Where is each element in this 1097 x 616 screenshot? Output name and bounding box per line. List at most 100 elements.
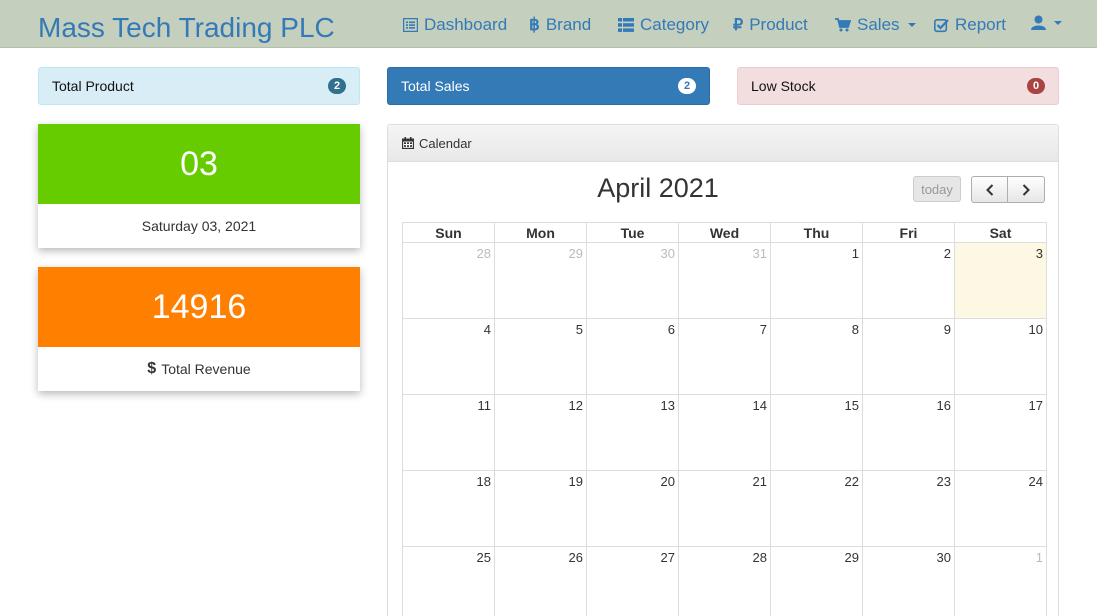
calendar-day-number: 22 <box>844 474 859 489</box>
nav-dashboard[interactable]: Dashboard <box>403 15 507 35</box>
calendar-day-cell[interactable]: 21 <box>678 470 771 547</box>
calendar-day-cell[interactable]: 9 <box>862 318 955 395</box>
calendar-day-cell[interactable]: 5 <box>494 318 587 395</box>
th-list-icon <box>618 18 634 32</box>
weekday-header: Tue <box>586 222 679 243</box>
nav-product-label: Product <box>749 15 808 34</box>
calendar-day-number: 8 <box>851 322 859 337</box>
revenue-caption: Total Revenue <box>161 361 251 377</box>
calendar-day-cell[interactable]: 28 <box>678 546 771 616</box>
next-month-button[interactable] <box>1008 176 1045 203</box>
nav-brand[interactable]: ฿ Brand <box>529 15 591 35</box>
calendar-grid: Sun Mon Tue Wed Thu Fri Sat 28 29 30 31 1 2 3 4… <box>402 222 1047 616</box>
calendar-day-cell[interactable]: 2 <box>862 242 955 319</box>
calendar-day-cell[interactable]: 7 <box>678 318 771 395</box>
calendar-day-number: 25 <box>476 550 491 565</box>
calendar-day-cell[interactable]: 16 <box>862 394 955 471</box>
calendar-day-cell[interactable]: 4 <box>402 318 495 395</box>
calendar-day-number: 6 <box>667 322 675 337</box>
date-caption: Saturday 03, 2021 <box>141 218 257 234</box>
low-stock-badge: 0 <box>1027 78 1045 94</box>
calendar-day-number: 26 <box>568 550 583 565</box>
calendar-day-cell[interactable]: 25 <box>402 546 495 616</box>
weekday-header: Mon <box>494 222 587 243</box>
calendar-day-number: 18 <box>476 474 491 489</box>
calendar-day-cell[interactable]: 29 <box>770 546 863 616</box>
calendar-day-cell[interactable]: 3 <box>954 242 1047 319</box>
calendar-day-cell[interactable]: 15 <box>770 394 863 471</box>
ruble-icon: ₽ <box>733 17 744 34</box>
total-product-box[interactable]: Total Product 2 <box>38 67 360 105</box>
calendar-day-number: 29 <box>844 550 859 565</box>
total-sales-badge: 2 <box>678 78 696 94</box>
calendar-day-cell[interactable]: 20 <box>586 470 679 547</box>
calendar-day-cell[interactable]: 24 <box>954 470 1047 547</box>
calendar-day-cell[interactable]: 28 <box>402 242 495 319</box>
chevron-down-icon <box>907 23 916 27</box>
calendar-day-cell[interactable]: 30 <box>862 546 955 616</box>
total-sales-box[interactable]: Total Sales 2 <box>387 67 710 105</box>
calendar-day-number: 1 <box>851 246 859 261</box>
weekday-header: Sun <box>402 222 495 243</box>
calendar-day-cell[interactable]: 17 <box>954 394 1047 471</box>
dollar-icon: $ <box>147 360 157 377</box>
calendar-week-row: 25 26 27 28 29 30 1 <box>402 546 1047 616</box>
user-menu-dropdown[interactable] <box>1031 15 1062 30</box>
list-alt-icon <box>403 18 418 32</box>
calendar-day-cell[interactable]: 8 <box>770 318 863 395</box>
date-card: 03 Saturday 03, 2021 <box>38 124 360 248</box>
calendar-day-cell[interactable]: 13 <box>586 394 679 471</box>
calendar-week-row: 11 12 13 14 15 16 17 <box>402 394 1047 471</box>
calendar-day-cell[interactable]: 31 <box>678 242 771 319</box>
total-product-label: Total Product <box>52 78 134 94</box>
calendar-day-cell[interactable]: 12 <box>494 394 587 471</box>
calendar-panel-heading: Calendar <box>388 125 1058 162</box>
calendar-day-cell[interactable]: 14 <box>678 394 771 471</box>
top-navbar: Mass Tech Trading PLC Dashboard ฿ Brand … <box>0 0 1097 48</box>
calendar-day-cell[interactable]: 1 <box>770 242 863 319</box>
nav-category[interactable]: Category <box>618 15 709 35</box>
calendar-day-cell[interactable]: 30 <box>586 242 679 319</box>
calendar-day-number: 30 <box>936 550 951 565</box>
low-stock-label: Low Stock <box>751 78 816 94</box>
nav-brand-label: Brand <box>545 15 592 34</box>
calendar-day-number: 12 <box>568 398 583 413</box>
shopping-cart-icon <box>835 18 851 32</box>
calendar-day-number: 28 <box>752 550 767 565</box>
calendar-day-cell[interactable]: 23 <box>862 470 955 547</box>
calendar-day-number: 9 <box>943 322 951 337</box>
calendar-day-number: 3 <box>1035 246 1043 261</box>
nav-report[interactable]: Report <box>934 15 1006 35</box>
total-product-badge: 2 <box>328 78 346 94</box>
revenue-caption-row: $ Total Revenue <box>38 347 360 391</box>
calendar-day-number: 21 <box>752 474 767 489</box>
calendar-week-row: 18 19 20 21 22 23 24 <box>402 470 1047 547</box>
revenue-card: 14916 $ Total Revenue <box>38 267 360 391</box>
total-sales-label: Total Sales <box>401 78 470 94</box>
calendar-day-cell[interactable]: 19 <box>494 470 587 547</box>
calendar-day-number: 28 <box>476 246 491 261</box>
calendar-day-cell[interactable]: 11 <box>402 394 495 471</box>
calendar-day-number: 23 <box>936 474 951 489</box>
calendar-day-cell[interactable]: 27 <box>586 546 679 616</box>
app-title[interactable]: Mass Tech Trading PLC <box>38 12 335 44</box>
calendar-day-cell[interactable]: 26 <box>494 546 587 616</box>
revenue-value: 14916 <box>38 267 360 347</box>
nav-sales-dropdown[interactable]: Sales <box>835 15 916 35</box>
calendar-day-cell[interactable]: 22 <box>770 470 863 547</box>
calendar-day-number: 10 <box>1028 322 1043 337</box>
calendar-day-cell[interactable]: 18 <box>402 470 495 547</box>
calendar-day-cell[interactable]: 29 <box>494 242 587 319</box>
calendar-day-cell[interactable]: 6 <box>586 318 679 395</box>
calendar-day-cell[interactable]: 1 <box>954 546 1047 616</box>
calendar-day-number: 7 <box>759 322 767 337</box>
nav-dashboard-label: Dashboard <box>424 15 508 34</box>
today-button[interactable]: today <box>913 176 961 202</box>
prev-month-button[interactable] <box>971 176 1008 203</box>
calendar-day-cell[interactable]: 10 <box>954 318 1047 395</box>
calendar-day-number: 5 <box>575 322 583 337</box>
low-stock-box[interactable]: Low Stock 0 <box>737 67 1059 105</box>
calendar-week-row: 4 5 6 7 8 9 10 <box>402 318 1047 395</box>
nav-product[interactable]: ₽ Product <box>733 15 808 35</box>
calendar-day-number: 1 <box>1035 550 1043 565</box>
